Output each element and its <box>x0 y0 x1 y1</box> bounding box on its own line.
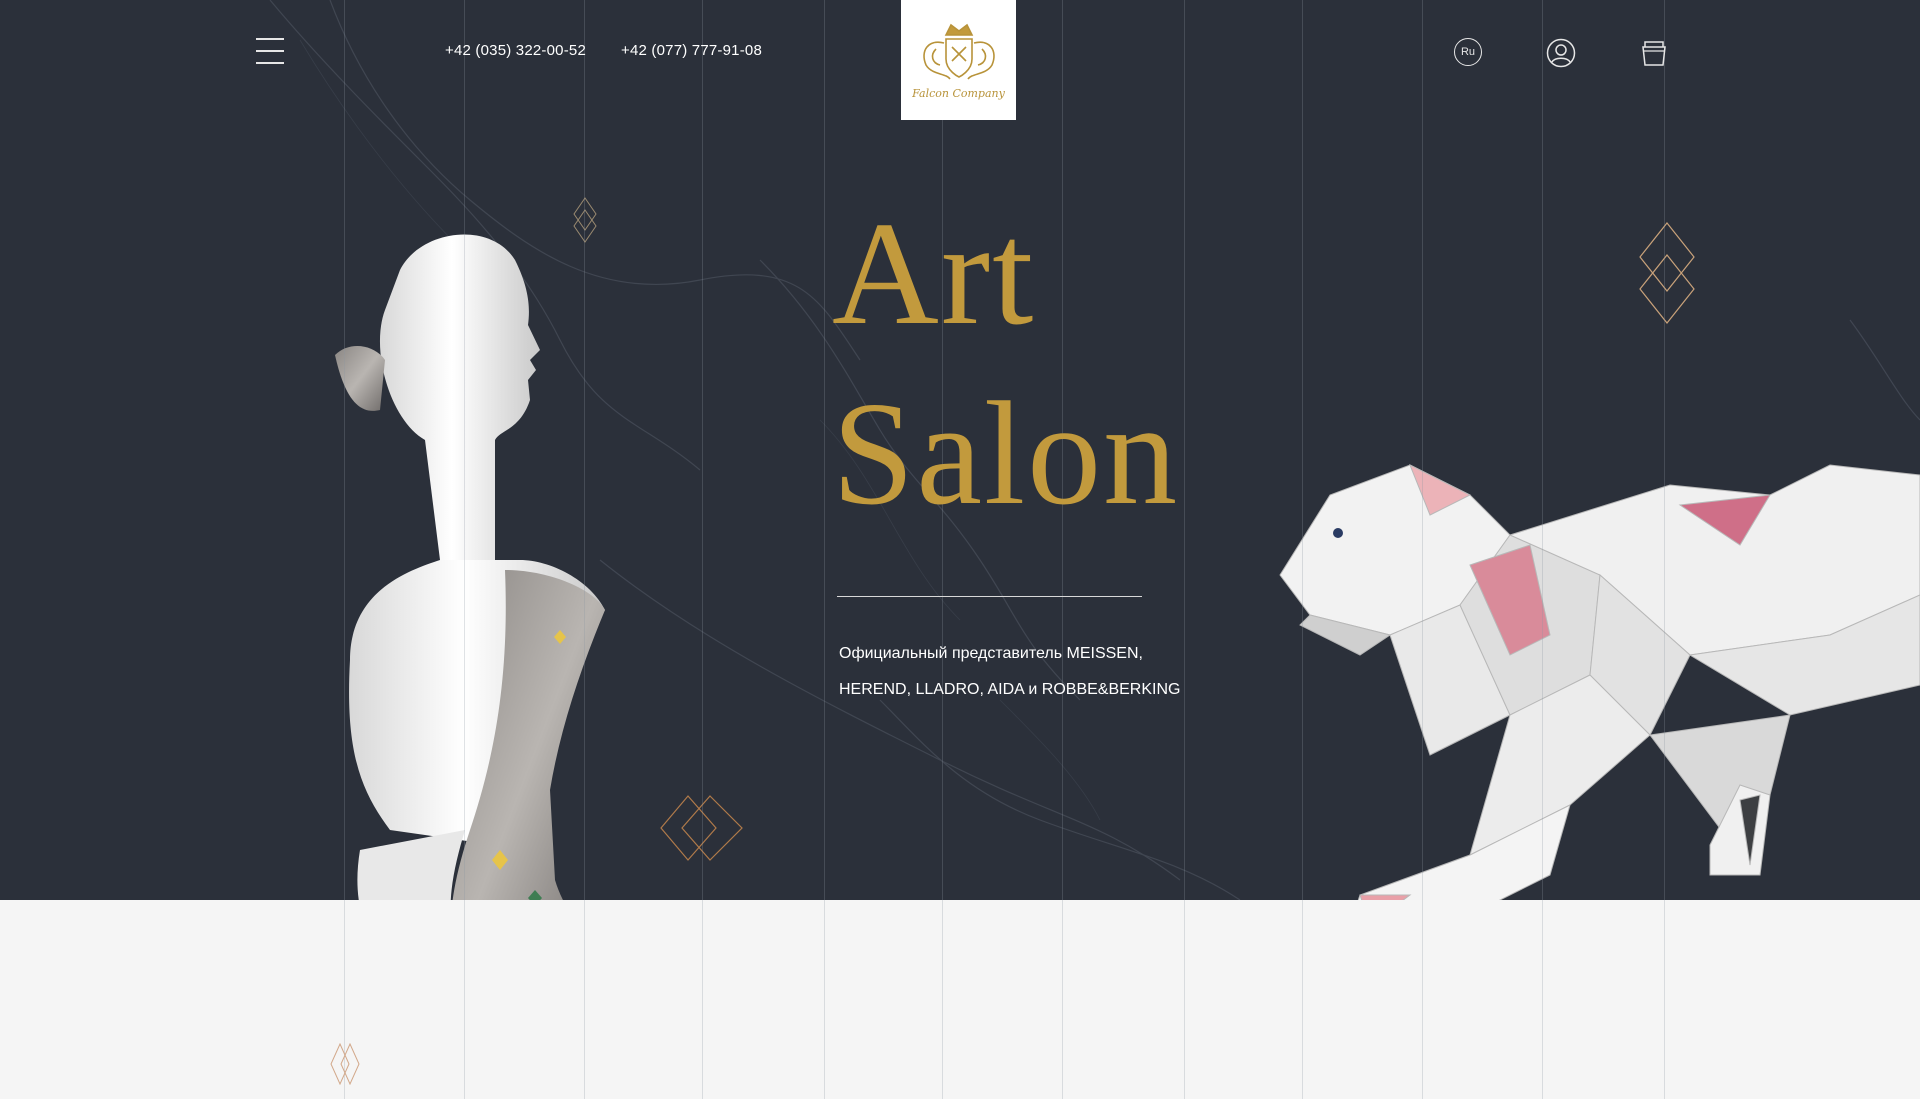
porcelain-panther-image <box>1279 463 1920 900</box>
diamond-ornament-mid-left <box>660 795 743 861</box>
diamond-ornament-right <box>1639 222 1695 324</box>
language-label: Ru <box>1460 46 1476 58</box>
porcelain-bust-image <box>335 234 605 900</box>
title-divider <box>837 596 1142 597</box>
phone-link-2[interactable]: +42 (077) 777-91-08 <box>621 42 762 59</box>
hero-subtitle-line-2: HEREND, LLADRO, AIDA и ROBBE&BERKING <box>839 681 1181 698</box>
crest-logo-icon <box>922 23 995 80</box>
user-account-icon[interactable] <box>1546 38 1576 68</box>
hero-subtitle-line-1: Официальный представитель MEISSEN, <box>839 645 1143 662</box>
logo[interactable]: Falcon Company <box>901 0 1016 120</box>
hamburger-menu-icon <box>256 38 284 40</box>
logo-text: Falcon Company <box>912 86 1005 100</box>
phone-link-1[interactable]: +42 (035) 322-00-52 <box>445 42 586 59</box>
menu-button[interactable] <box>256 38 284 64</box>
diamond-ornament-bottom-left <box>330 1043 360 1085</box>
shopping-bag-icon[interactable] <box>1639 38 1669 68</box>
hero-subtitle: Официальный представитель MEISSEN, HEREN… <box>839 636 1180 708</box>
language-switcher[interactable]: Ru <box>1454 38 1482 66</box>
diamond-ornament-top-left <box>573 197 597 243</box>
hero-title-line-1: Art <box>832 192 1036 356</box>
hero-title-line-2: Salon <box>832 372 1180 536</box>
